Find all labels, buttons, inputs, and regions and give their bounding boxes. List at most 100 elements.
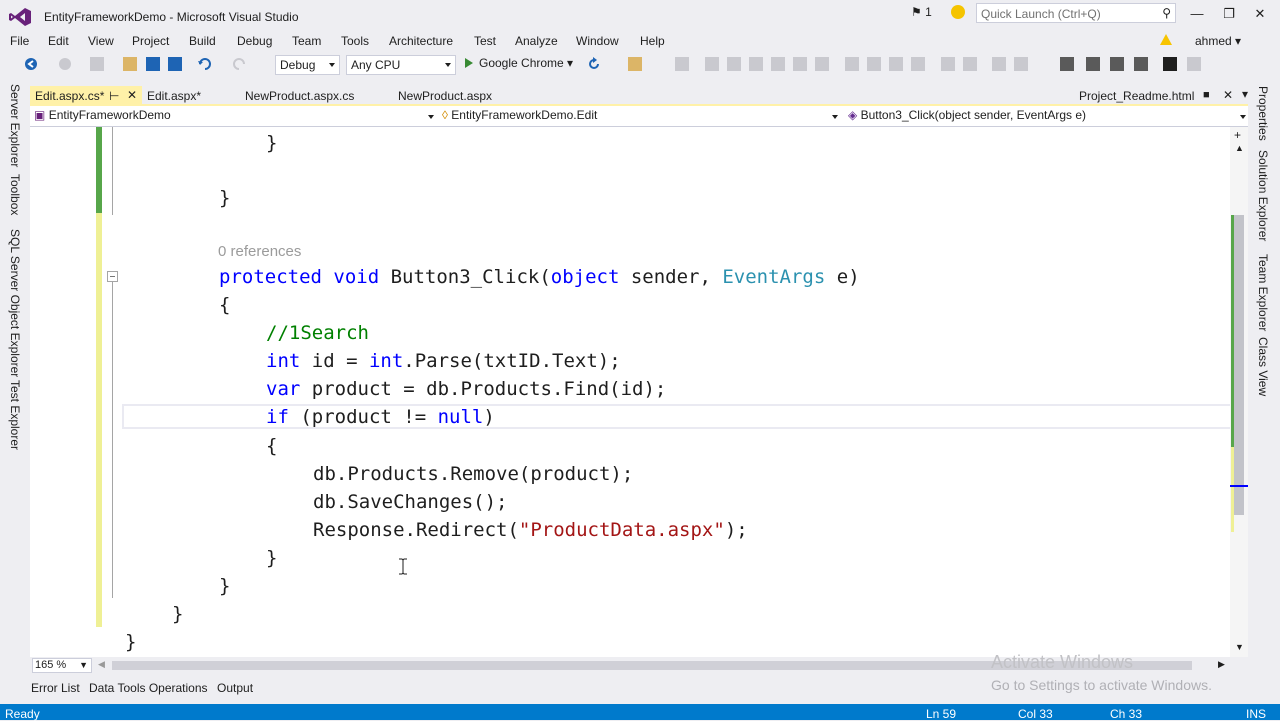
member-value: Button3_Click(object sender, EventArgs e… [860, 108, 1087, 122]
tab-error-list[interactable]: Error List [31, 681, 80, 695]
indent-icon[interactable] [1134, 57, 1148, 71]
standard-toolbar: Debug Any CPU [0, 53, 1280, 77]
save-all-icon[interactable] [168, 57, 182, 71]
tab-toolbox[interactable]: Toolbox [8, 174, 22, 215]
menu-debug[interactable]: Debug [237, 34, 272, 48]
run-browser-button[interactable]: Google Chrome ▾ [465, 56, 573, 70]
tab-edit-aspx[interactable]: Edit.aspx* [142, 86, 206, 106]
feedback-smiley-icon[interactable] [951, 5, 965, 19]
new-project-icon[interactable] [90, 57, 104, 71]
menu-view[interactable]: View [88, 34, 114, 48]
browser-link-icon[interactable] [628, 57, 642, 71]
align-left-icon [705, 57, 719, 71]
menu-help[interactable]: Help [640, 34, 665, 48]
collapse-region-button[interactable] [107, 271, 118, 282]
menu-architecture[interactable]: Architecture [389, 34, 453, 48]
code-line: db.SaveChanges(); [313, 491, 508, 513]
outline-icon[interactable] [1060, 57, 1074, 71]
menu-team[interactable]: Team [292, 34, 321, 48]
refresh-icon[interactable] [587, 57, 601, 71]
comment-icon[interactable] [1086, 57, 1100, 71]
tab-server-explorer[interactable]: Server Explorer [8, 84, 22, 167]
change-indicator-unsaved [96, 213, 102, 627]
configuration-dropdown[interactable]: Debug [275, 55, 340, 75]
minimize-button[interactable]: — [1182, 4, 1212, 24]
menu-tools[interactable]: Tools [341, 34, 369, 48]
uncomment-icon[interactable] [1110, 57, 1124, 71]
horizontal-spacing-icon [941, 57, 955, 71]
text-cursor-icon [399, 558, 407, 575]
tab-class-view[interactable]: Class View [1256, 337, 1270, 396]
status-insert-mode: INS [1246, 707, 1267, 721]
project-dropdown[interactable]: ▣ EntityFrameworkDemo [34, 108, 436, 125]
notification-count: 1 [925, 5, 932, 19]
platform-value: Any CPU [351, 58, 401, 72]
pin-icon[interactable]: ⊢ [109, 89, 119, 103]
status-bar: Ready Ln 59 Col 33 Ch 33 INS [0, 704, 1280, 721]
notification-flag[interactable]: ⚑ 1 [911, 5, 932, 19]
scroll-down-icon[interactable]: ▼ [1235, 642, 1244, 652]
align-bottom-icon [815, 57, 829, 71]
menu-build[interactable]: Build [189, 34, 216, 48]
menu-file[interactable]: File [10, 34, 29, 48]
tab-project-readme[interactable]: Project_Readme.html [1074, 86, 1199, 106]
quick-launch-input[interactable]: Quick Launch (Ctrl+Q) ⚲ [976, 3, 1176, 23]
code-line: } [266, 132, 278, 154]
type-value: EntityFrameworkDemo.Edit [451, 108, 598, 122]
warning-icon[interactable] [1160, 34, 1172, 45]
tab-solution-explorer[interactable]: Solution Explorer [1256, 150, 1270, 241]
split-editor-icon[interactable]: + [1234, 128, 1241, 142]
status-char: Ch 33 [1110, 707, 1143, 721]
scroll-up-icon[interactable]: ▲ [1235, 143, 1244, 153]
vertical-scrollbar[interactable]: + ▲ ▼ [1230, 127, 1248, 657]
pin-icon[interactable]: ■ [1203, 89, 1210, 101]
tab-newproduct-aspx[interactable]: NewProduct.aspx [393, 86, 497, 106]
tab-team-explorer[interactable]: Team Explorer [1256, 254, 1270, 331]
code-line: if (product != null) [266, 406, 495, 428]
play-icon [465, 58, 473, 68]
open-file-icon[interactable] [123, 57, 137, 71]
scroll-left-icon[interactable]: ◀ [98, 659, 105, 670]
back-icon[interactable] [24, 57, 38, 71]
visual-studio-logo-icon [9, 8, 31, 26]
code-line: { [219, 294, 231, 316]
platform-dropdown[interactable]: Any CPU [346, 55, 456, 75]
member-dropdown[interactable]: ◈ Button3_Click(object sender, EventArgs… [848, 108, 1246, 125]
scroll-right-icon[interactable]: ▶ [1218, 659, 1225, 670]
code-line: } [219, 575, 231, 597]
method-icon: ◈ [848, 108, 858, 122]
search-icon[interactable]: ⚲ [1162, 6, 1171, 20]
redo-icon[interactable] [233, 57, 247, 71]
close-tab-icon[interactable]: ✕ [127, 88, 137, 102]
tab-overflow-icon[interactable]: ▾ [1242, 87, 1248, 101]
menu-project[interactable]: Project [132, 34, 169, 48]
tab-test-explorer[interactable]: Test Explorer [8, 380, 22, 450]
code-editor[interactable]: } } 0 references protected void Button3_… [30, 127, 1248, 657]
quick-launch-placeholder: Quick Launch (Ctrl+Q) [981, 7, 1101, 21]
tab-edit-aspx-cs[interactable]: Edit.aspx.cs* ⊢ ✕ [30, 86, 142, 106]
menu-edit[interactable]: Edit [48, 34, 69, 48]
forward-icon[interactable] [58, 57, 72, 71]
tab-sql-server-object-explorer[interactable]: SQL Server Object Explorer [8, 229, 22, 377]
bookmark-icon[interactable] [1163, 57, 1177, 71]
close-button[interactable]: ✕ [1245, 4, 1275, 24]
tab-properties[interactable]: Properties [1256, 86, 1270, 141]
menu-window[interactable]: Window [576, 34, 619, 48]
menu-test[interactable]: Test [474, 34, 496, 48]
type-dropdown[interactable]: ◊ EntityFrameworkDemo.Edit [442, 108, 840, 125]
code-line: } [172, 603, 184, 625]
tab-newproduct-aspx-cs[interactable]: NewProduct.aspx.cs [240, 86, 359, 106]
codelens-references[interactable]: 0 references [218, 243, 301, 260]
close-tab-icon[interactable]: ✕ [1223, 88, 1233, 102]
menu-analyze[interactable]: Analyze [515, 34, 558, 48]
bottom-tool-tabs: Error List Data Tools Operations Output [0, 678, 1280, 704]
maximize-button[interactable]: ❐ [1214, 4, 1244, 24]
save-icon[interactable] [146, 57, 160, 71]
zoom-dropdown[interactable]: 165 % ▼ [32, 658, 92, 673]
scrollbar-thumb[interactable] [1234, 215, 1244, 515]
tab-data-tools-operations[interactable]: Data Tools Operations [89, 681, 208, 695]
align-center-icon [727, 57, 741, 71]
undo-icon[interactable] [197, 57, 211, 71]
user-account[interactable]: ahmed ▾ [1195, 34, 1241, 48]
tab-output[interactable]: Output [217, 681, 253, 695]
